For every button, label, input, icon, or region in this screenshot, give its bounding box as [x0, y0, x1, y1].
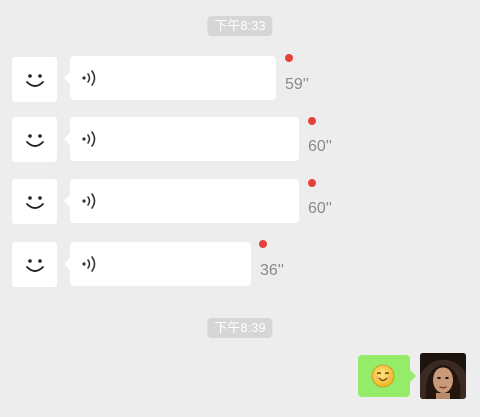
- voice-message-bubble[interactable]: [64, 242, 251, 286]
- voice-message-bubble[interactable]: [64, 117, 299, 161]
- voice-wave-icon: [82, 70, 96, 86]
- voice-message-bubble[interactable]: [64, 179, 299, 223]
- voice-wave-icon: [82, 131, 96, 147]
- contact-avatar[interactable]: [12, 57, 57, 102]
- smiley-face-icon: [25, 133, 44, 147]
- contact-avatar[interactable]: [12, 242, 57, 287]
- emoji-message-bubble[interactable]: [358, 355, 416, 397]
- unread-dot-icon: [259, 240, 267, 248]
- contact-avatar[interactable]: [12, 117, 57, 162]
- user-photo-avatar: [420, 353, 466, 399]
- voice-message-bubble[interactable]: [64, 56, 276, 100]
- smiley-face-icon: [25, 73, 44, 87]
- voice-wave-icon: [82, 193, 96, 209]
- user-avatar[interactable]: [420, 353, 466, 399]
- chat-window: 下午8:33 59'' 60'' 60'' 36'' 下午8:39: [0, 0, 480, 417]
- timestamp: 下午8:33: [207, 16, 273, 36]
- voice-duration: 36'': [260, 262, 284, 279]
- voice-wave-icon: [82, 256, 96, 272]
- voice-duration: 59'': [285, 76, 309, 93]
- voice-duration: 60'': [308, 138, 332, 155]
- timestamp: 下午8:39: [207, 318, 273, 338]
- voice-duration: 60'': [308, 200, 332, 217]
- smiley-face-icon: [25, 258, 44, 272]
- unread-dot-icon: [308, 117, 316, 125]
- unread-dot-icon: [285, 54, 293, 62]
- contact-avatar[interactable]: [12, 179, 57, 224]
- unread-dot-icon: [308, 179, 316, 187]
- smiling-face-icon: [371, 364, 395, 388]
- smiley-face-icon: [25, 195, 44, 209]
